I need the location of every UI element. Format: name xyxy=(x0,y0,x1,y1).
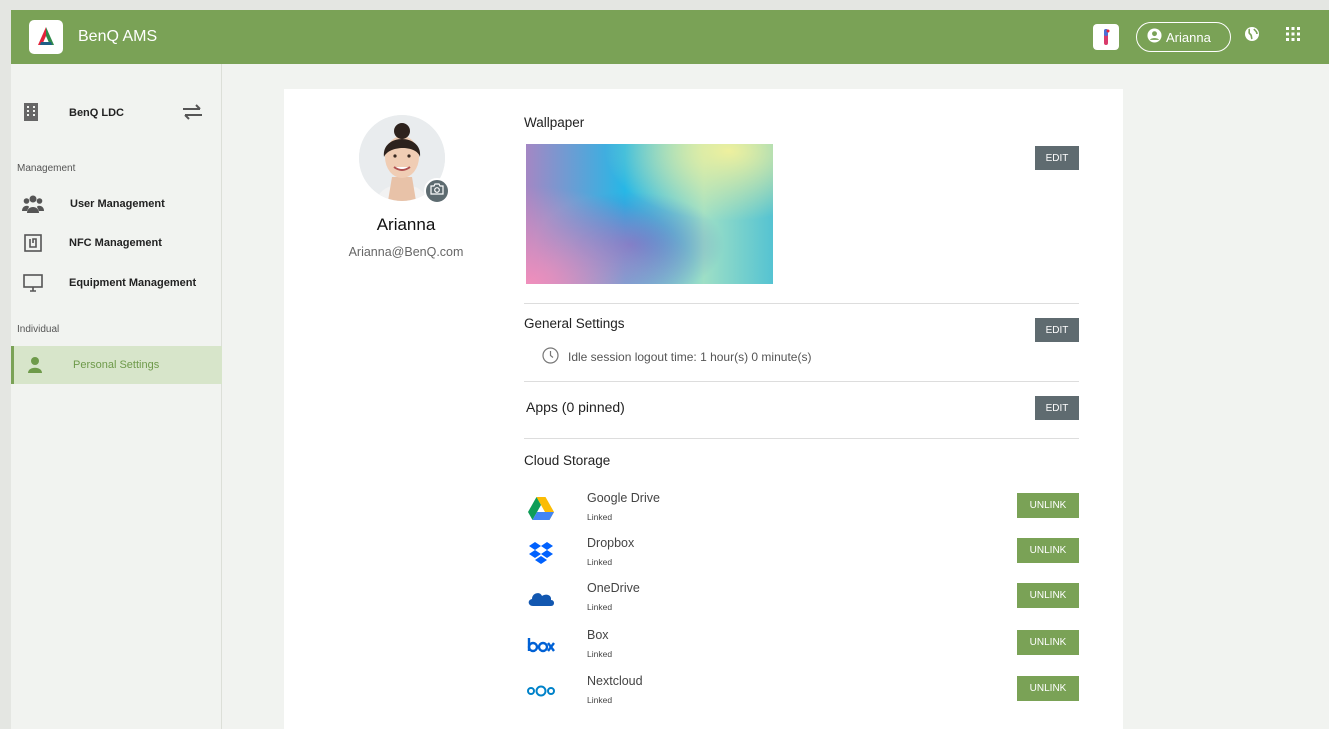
edit-apps-button[interactable]: EDIT xyxy=(1035,396,1079,420)
sidebar-item-user-management[interactable]: User Management xyxy=(11,185,222,223)
sidebar-item-nfc-management[interactable]: NFC Management xyxy=(11,224,222,262)
idle-logout-setting: Idle session logout time: 1 hour(s) 0 mi… xyxy=(542,347,811,367)
cloud-item-google-drive: Google Drive Linked UNLINK xyxy=(526,491,1079,531)
cloud-item-dropbox: Dropbox Linked UNLINK xyxy=(526,536,1079,576)
sidebar-item-label: User Management xyxy=(70,198,165,210)
cloud-item-status: Linked xyxy=(587,695,613,705)
globe-icon[interactable] xyxy=(1242,24,1262,44)
sidebar-item-label: Equipment Management xyxy=(69,277,197,289)
clock-icon xyxy=(542,347,559,367)
users-icon xyxy=(21,192,45,216)
onedrive-icon xyxy=(526,583,556,613)
org-name: BenQ LDC xyxy=(69,107,124,119)
app-title: BenQ AMS xyxy=(78,28,158,45)
app-launcher-shortcut-icon[interactable] xyxy=(1093,24,1119,50)
cloud-item-nextcloud: Nextcloud Linked UNLINK xyxy=(526,674,1079,714)
edit-wallpaper-button[interactable]: EDIT xyxy=(1035,146,1079,170)
camera-icon xyxy=(430,182,444,200)
personal-settings-card: Arianna Arianna@BenQ.com Wallpaper EDIT … xyxy=(284,89,1123,729)
swap-arrows-icon[interactable] xyxy=(182,104,203,125)
user-name-label: Arianna xyxy=(1166,29,1211,45)
google-drive-icon xyxy=(526,493,556,523)
cloud-item-name: Nextcloud xyxy=(587,674,643,688)
wallpaper-section-title: Wallpaper xyxy=(524,115,585,130)
nextcloud-icon xyxy=(526,676,556,706)
edit-general-settings-button[interactable]: EDIT xyxy=(1035,318,1079,342)
app-grid-icon[interactable] xyxy=(1283,24,1303,44)
cloud-item-box: Box Linked UNLINK xyxy=(526,628,1079,668)
wallpaper-preview xyxy=(526,144,773,284)
idle-logout-text: Idle session logout time: 1 hour(s) 0 mi… xyxy=(568,350,812,364)
unlink-box-button[interactable]: UNLINK xyxy=(1017,630,1079,655)
cloud-item-name: Dropbox xyxy=(587,536,635,550)
cloud-item-name: OneDrive xyxy=(587,581,640,595)
unlink-dropbox-button[interactable]: UNLINK xyxy=(1017,538,1079,563)
profile-email: Arianna@BenQ.com xyxy=(348,245,464,259)
sidebar: BenQ LDC Management User Management NFC … xyxy=(11,64,222,729)
cloud-item-onedrive: OneDrive Linked UNLINK xyxy=(526,581,1079,621)
cloud-item-name: Box xyxy=(587,628,609,642)
dropbox-icon xyxy=(526,538,556,568)
org-selector[interactable]: BenQ LDC xyxy=(11,94,222,130)
sidebar-item-equipment-management[interactable]: Equipment Management xyxy=(11,264,222,302)
individual-section-label: Individual xyxy=(17,324,60,335)
management-section-label: Management xyxy=(17,163,76,174)
sidebar-item-label: NFC Management xyxy=(69,237,162,249)
change-photo-button[interactable] xyxy=(424,178,450,204)
box-icon xyxy=(526,630,556,660)
cloud-item-status: Linked xyxy=(587,602,613,612)
monitor-icon xyxy=(21,271,45,295)
sidebar-item-personal-settings[interactable]: Personal Settings xyxy=(11,346,222,384)
cloud-item-status: Linked xyxy=(587,649,613,659)
nfc-icon xyxy=(21,231,45,255)
user-account-button[interactable]: Arianna xyxy=(1136,22,1231,52)
sidebar-item-label: Personal Settings xyxy=(73,359,160,371)
cloud-storage-title: Cloud Storage xyxy=(524,453,611,468)
unlink-google-drive-button[interactable]: UNLINK xyxy=(1017,493,1079,518)
apps-section-title: Apps (0 pinned) xyxy=(526,399,625,415)
profile-name: Arianna xyxy=(376,215,436,234)
building-icon xyxy=(23,102,39,127)
user-circle-icon xyxy=(1147,28,1162,46)
cloud-item-status: Linked xyxy=(587,557,613,567)
person-icon xyxy=(23,353,47,377)
cloud-item-name: Google Drive xyxy=(587,491,660,505)
unlink-onedrive-button[interactable]: UNLINK xyxy=(1017,583,1079,608)
section-divider xyxy=(524,303,1079,304)
benq-logo-icon[interactable] xyxy=(29,20,63,54)
top-bar: BenQ AMS Arianna xyxy=(11,10,1329,64)
app-window: BenQ AMS Arianna BenQ LDC Management Use… xyxy=(11,10,1329,729)
section-divider xyxy=(524,381,1079,382)
cloud-item-status: Linked xyxy=(587,512,613,522)
unlink-nextcloud-button[interactable]: UNLINK xyxy=(1017,676,1079,701)
general-settings-title: General Settings xyxy=(524,316,625,331)
section-divider xyxy=(524,438,1079,439)
